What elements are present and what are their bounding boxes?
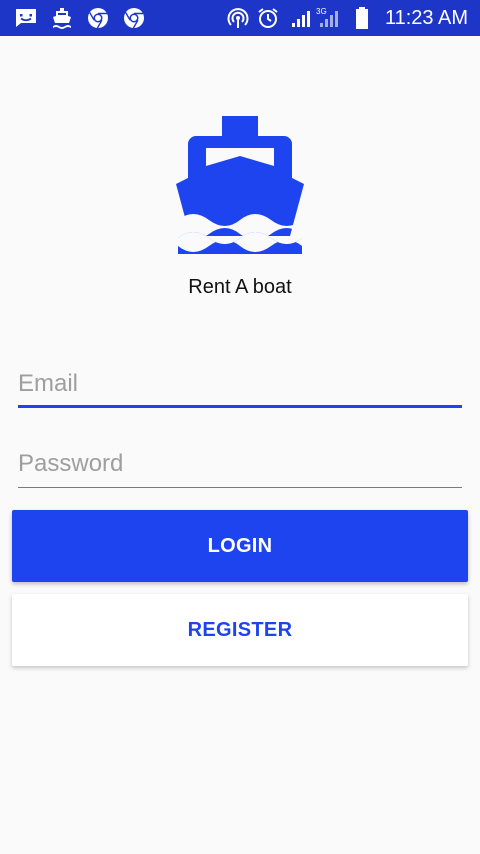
email-input[interactable] — [18, 364, 462, 404]
app-name: Rent A boat — [188, 276, 292, 298]
signal-icon — [290, 6, 314, 30]
battery-icon — [350, 6, 374, 30]
boat-icon — [50, 6, 74, 30]
email-field-container — [18, 364, 462, 408]
chrome-icon — [86, 6, 110, 30]
email-underline — [18, 405, 462, 408]
status-bar: 3G 11:23 AM — [0, 0, 480, 36]
login-button[interactable]: LOGIN — [12, 510, 468, 582]
chrome-icon — [122, 6, 146, 30]
alarm-icon — [256, 6, 280, 30]
password-input[interactable] — [18, 444, 462, 484]
password-field-container — [18, 444, 462, 488]
boat-logo-icon — [176, 116, 304, 256]
message-icon — [14, 6, 38, 30]
status-time: 11:23 AM — [384, 7, 468, 29]
hotspot-icon — [226, 6, 250, 30]
signal-3g-icon: 3G — [316, 6, 340, 30]
network-type-label: 3G — [316, 7, 327, 16]
password-underline — [18, 486, 462, 488]
register-button[interactable]: REGISTER — [12, 594, 468, 666]
